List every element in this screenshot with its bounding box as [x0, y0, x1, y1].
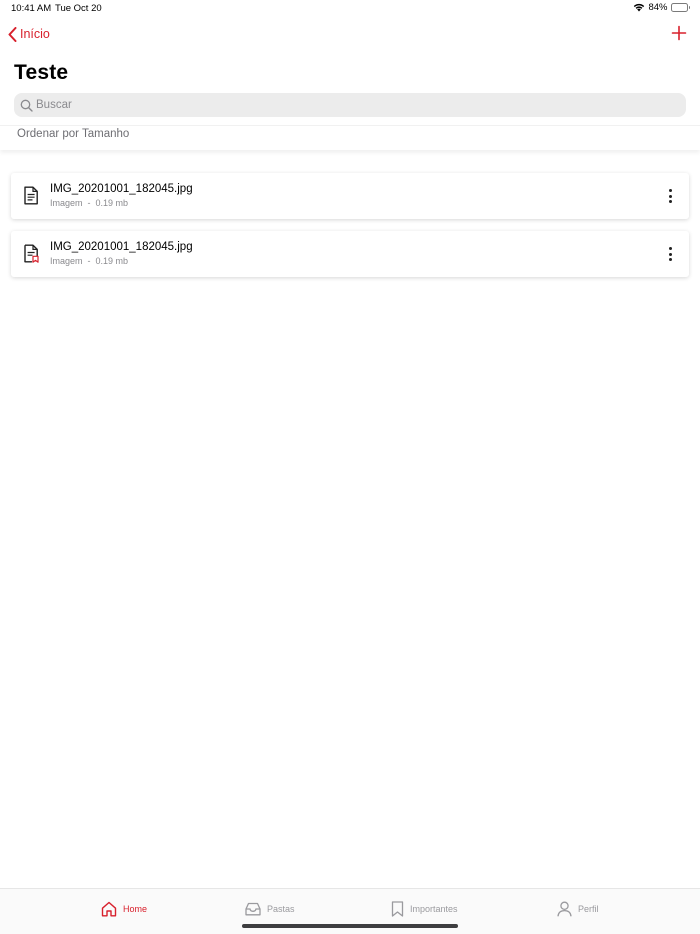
more-dot: [668, 194, 672, 198]
file-type: Imagem: [50, 198, 83, 208]
add-button[interactable]: [671, 25, 687, 41]
bookmark-icon: [391, 901, 404, 917]
tab-home-label: Home: [123, 904, 148, 914]
chevron-left-icon: [8, 26, 17, 42]
tab-importantes[interactable]: Importantes: [391, 899, 458, 919]
file-meta: Imagem -0.19 mb: [50, 256, 128, 266]
file-size: 0.19 mb: [95, 256, 129, 266]
battery-icon: [670, 3, 690, 12]
status-bar: 10:41 AM Tue Oct 20 84%: [0, 0, 700, 18]
plus-icon: [671, 25, 687, 41]
file-name: IMG_20201001_182045.jpg: [50, 241, 193, 253]
file-card[interactable]: IMG_20201001_182045.jpg Imagem -0.19 mb: [11, 173, 689, 219]
more-dot: [668, 247, 672, 250]
tab-pastas[interactable]: Pastas: [245, 899, 295, 919]
wifi-icon: [633, 3, 645, 12]
more-options-button[interactable]: [664, 245, 676, 263]
tab-pastas-label: Pastas: [267, 904, 295, 914]
file-meta: Imagem -0.19 mb: [50, 198, 128, 208]
more-dot: [668, 189, 672, 192]
tab-home[interactable]: Home: [101, 899, 147, 919]
meta-separator: -: [87, 256, 91, 266]
page-title: Teste: [14, 61, 69, 84]
home-indicator: [242, 924, 458, 928]
tab-importantes-label: Importantes: [410, 904, 458, 914]
back-button[interactable]: Início: [8, 25, 50, 43]
file-type: Imagem: [50, 256, 83, 266]
more-dot: [668, 200, 672, 203]
file-name: IMG_20201001_182045.jpg: [50, 183, 193, 195]
search-bar[interactable]: [14, 93, 686, 117]
document-icon: [24, 186, 38, 205]
battery-percent: 84%: [648, 2, 668, 13]
sort-by-size-button[interactable]: Ordenar por Tamanho: [17, 128, 129, 140]
more-dot: [668, 258, 672, 261]
back-label: Início: [20, 27, 50, 41]
person-icon: [557, 901, 572, 917]
sort-row: Ordenar por Tamanho: [0, 125, 700, 150]
status-right: 84%: [633, 2, 690, 13]
more-options-button[interactable]: [664, 187, 676, 205]
status-date: Tue Oct 20: [55, 3, 102, 14]
search-icon: [20, 99, 33, 112]
meta-separator: -: [87, 198, 91, 208]
file-size: 0.19 mb: [95, 198, 129, 208]
tab-perfil[interactable]: Perfil: [557, 899, 599, 919]
tab-perfil-label: Perfil: [578, 904, 599, 914]
status-time: 10:41 AM: [11, 3, 52, 14]
home-icon: [101, 901, 117, 917]
inbox-tray-icon: [245, 902, 261, 916]
document-bookmarked-icon: [24, 244, 39, 263]
search-input[interactable]: [36, 99, 636, 111]
file-card[interactable]: IMG_20201001_182045.jpg Imagem -0.19 mb: [11, 231, 689, 277]
more-dot: [668, 252, 672, 256]
screen: 10:41 AM Tue Oct 20 84% Início Teste Ord…: [0, 0, 700, 934]
